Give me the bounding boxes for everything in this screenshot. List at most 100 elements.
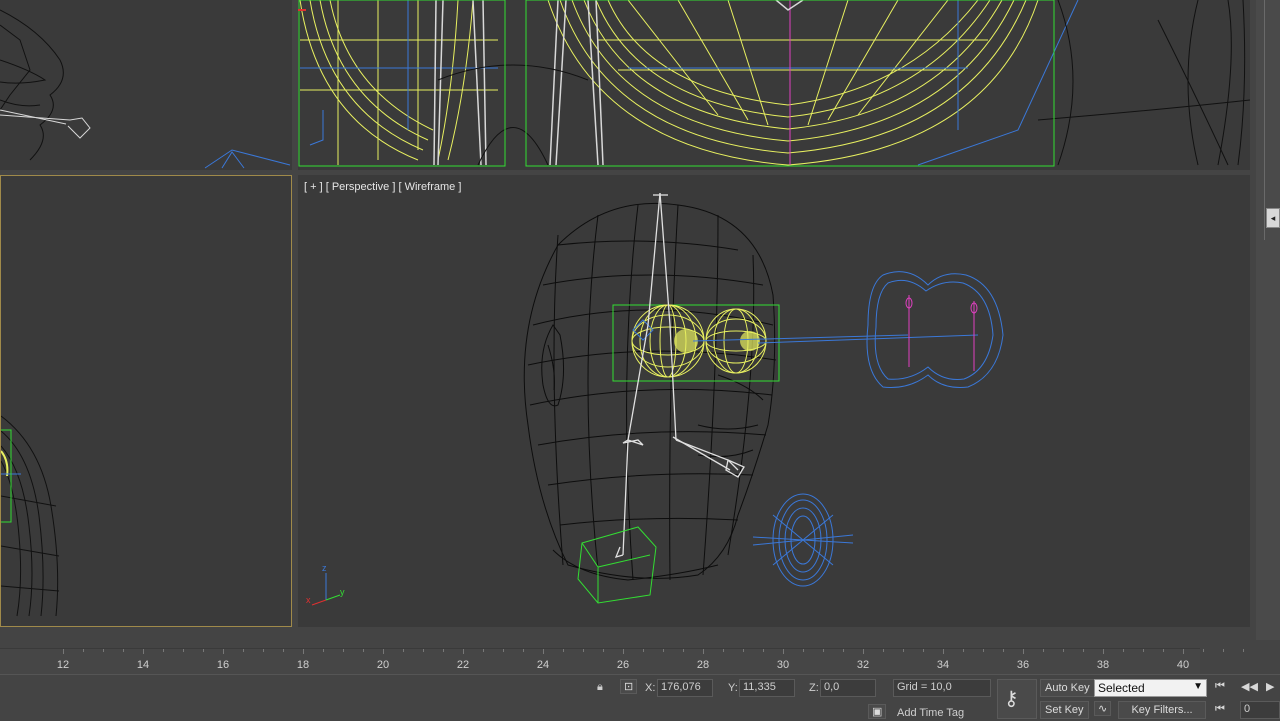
- timeline-minor-tick: [1003, 649, 1004, 652]
- timeline-tick-label: 38: [1096, 659, 1110, 671]
- timeline-minor-tick: [743, 649, 744, 652]
- timeline-minor-tick: [883, 649, 884, 652]
- previous-frame-icon[interactable]: ◀︎◀︎: [1241, 680, 1258, 693]
- timeline-tick-label: 32: [856, 659, 870, 671]
- timeline-tick: [63, 649, 64, 654]
- viewport-left-bottom[interactable]: [0, 175, 292, 627]
- play-icon[interactable]: ▶︎: [1266, 680, 1274, 693]
- timeline-tick-label: 14: [136, 659, 150, 671]
- time-tag-icon[interactable]: ▣: [868, 704, 887, 719]
- viewport-perspective-canvas: z x y: [306, 192, 1004, 606]
- timeline-minor-tick: [203, 649, 204, 652]
- timeline-minor-tick: [123, 649, 124, 652]
- current-frame-field[interactable]: 0: [1240, 701, 1280, 719]
- timeline-minor-tick: [583, 649, 584, 652]
- grid-size-display: Grid = 10,0: [893, 679, 991, 697]
- timeline-minor-tick: [903, 649, 904, 652]
- timeline-tick-label: 40: [1176, 659, 1190, 671]
- collapse-panel-button[interactable]: ◂: [1266, 208, 1280, 228]
- axis-z-label: z: [322, 563, 327, 573]
- timeline-tick: [943, 649, 944, 654]
- key-mode-curve-icon[interactable]: ∿: [1094, 701, 1112, 716]
- timeline-tick: [1023, 649, 1024, 654]
- timeline-ruler[interactable]: 12 14 16 18 20 22 24 26 28 30 32 34 36 38 40: [0, 648, 1244, 675]
- timeline-tick: [623, 649, 624, 654]
- timeline-minor-tick: [843, 649, 844, 652]
- timeline-tick-label: 20: [376, 659, 390, 671]
- chevron-down-icon: ▼: [1193, 681, 1203, 692]
- timeline-tick: [223, 649, 224, 654]
- key-filters-button[interactable]: Key Filters...: [1118, 701, 1206, 719]
- timeline-minor-tick: [83, 649, 84, 652]
- timeline-minor-tick: [603, 649, 604, 652]
- go-to-start-icon[interactable]: ⏮︎: [1215, 680, 1225, 693]
- timeline-tick-label: 12: [56, 659, 70, 671]
- timeline-minor-tick: [163, 649, 164, 652]
- timeline-tick: [303, 649, 304, 654]
- axis-x-label: x: [306, 595, 311, 605]
- x-label: X:: [645, 682, 656, 694]
- timeline-minor-tick: [823, 649, 824, 652]
- auto-key-button[interactable]: Auto Key: [1040, 679, 1095, 697]
- timeline-minor-tick: [443, 649, 444, 652]
- timeline-minor-tick: [1243, 649, 1244, 652]
- timeline-tick: [543, 649, 544, 654]
- viewport-left-top[interactable]: [0, 0, 292, 170]
- timeline-tick-label: 30: [776, 659, 790, 671]
- timeline-minor-tick: [403, 649, 404, 652]
- y-coordinate-field[interactable]: 11,335: [739, 679, 795, 697]
- timeline-minor-tick: [423, 649, 424, 652]
- timeline-minor-tick: [983, 649, 984, 652]
- key-set-dropdown[interactable]: Selected ▼: [1094, 679, 1207, 697]
- set-key-icon[interactable]: ⚷: [997, 679, 1037, 719]
- timeline-tick: [1103, 649, 1104, 654]
- x-coordinate-field[interactable]: 176,076: [657, 679, 713, 697]
- timeline-tick: [783, 649, 784, 654]
- key-mode-toggle-icon[interactable]: ⏮︎: [1215, 703, 1225, 716]
- key-set-selected-value: Selected: [1098, 681, 1145, 695]
- timeline-minor-tick: [363, 649, 364, 652]
- axis-y-label: y: [340, 587, 345, 597]
- timeline-minor-tick: [503, 649, 504, 652]
- z-label: Z:: [809, 682, 819, 694]
- y-label: Y:: [728, 682, 738, 694]
- timeline-minor-tick: [343, 649, 344, 652]
- z-coordinate-field[interactable]: 0,0: [820, 679, 876, 697]
- timeline-minor-tick: [1223, 649, 1224, 652]
- command-panel-edge: [1256, 0, 1280, 640]
- timeline-minor-tick: [1083, 649, 1084, 652]
- timeline-minor-tick: [683, 649, 684, 652]
- timeline-minor-tick: [1203, 649, 1204, 652]
- timeline-tick-label: 34: [936, 659, 950, 671]
- timeline-minor-tick: [103, 649, 104, 652]
- timeline-tick-label: 28: [696, 659, 710, 671]
- timeline-minor-tick: [723, 649, 724, 652]
- timeline-tick: [383, 649, 384, 654]
- absolute-mode-toggle-icon[interactable]: ⊡: [620, 679, 638, 694]
- lock-icon[interactable]: 🔒︎: [597, 681, 603, 694]
- chevron-left-icon: ◂: [1270, 212, 1276, 223]
- timeline-minor-tick: [1143, 649, 1144, 652]
- timeline-minor-tick: [283, 649, 284, 652]
- timeline-minor-tick: [523, 649, 524, 652]
- viewport-left-top-canvas: [0, 9, 291, 169]
- timeline-tick: [863, 649, 864, 654]
- timeline-tick-label: 18: [296, 659, 310, 671]
- set-key-button[interactable]: Set Key: [1040, 701, 1089, 719]
- viewport-front-top[interactable]: [298, 0, 1250, 170]
- timeline-minor-tick: [563, 649, 564, 652]
- timeline-minor-tick: [1163, 649, 1164, 652]
- timeline-minor-tick: [323, 649, 324, 652]
- timeline-minor-tick: [183, 649, 184, 652]
- add-time-tag-button[interactable]: Add Time Tag: [897, 707, 964, 719]
- timeline-tick-label: 22: [456, 659, 470, 671]
- timeline-minor-tick: [923, 649, 924, 652]
- timeline-tick: [463, 649, 464, 654]
- timeline-tick-label: 16: [216, 659, 230, 671]
- timeline-tick-label: 36: [1016, 659, 1030, 671]
- timeline-minor-tick: [963, 649, 964, 652]
- viewport-perspective[interactable]: [ + ] [ Perspective ] [ Wireframe ] z x …: [298, 175, 1250, 627]
- timeline-minor-tick: [663, 649, 664, 652]
- timeline-tick-label: 24: [536, 659, 550, 671]
- timeline-minor-tick: [803, 649, 804, 652]
